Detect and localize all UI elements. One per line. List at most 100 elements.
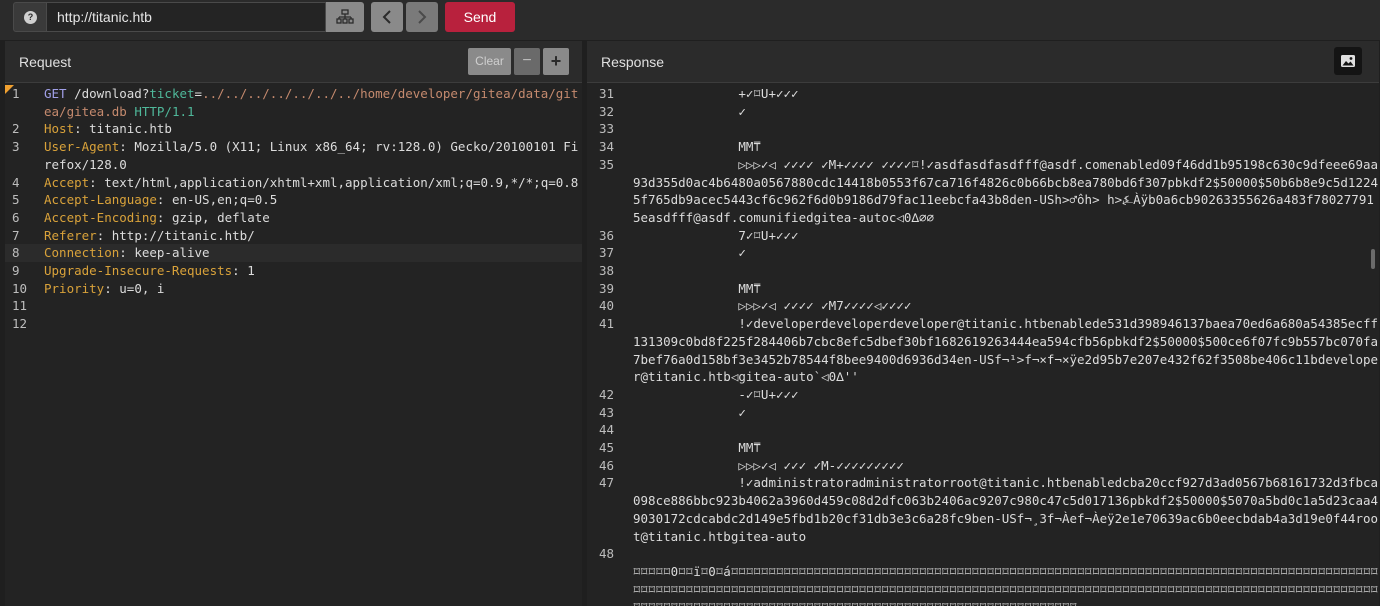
header-value: : text/html,application/xhtml+xml,applic… <box>89 174 579 190</box>
request-title: Request <box>19 54 72 70</box>
header-name: Priority <box>44 280 105 296</box>
header-name: Connection <box>44 245 120 261</box>
response-text: !✓administratoradministratorroot@titanic… <box>633 475 1379 544</box>
line-number <box>587 563 633 606</box>
response-text: -✓⌑U+✓✓✓ <box>633 386 799 402</box>
line-number: 36 <box>599 227 615 243</box>
header-name: Host <box>44 121 75 137</box>
response-line: 42 -✓⌑U+✓✓✓ <box>587 386 1379 404</box>
zoom-out-button[interactable]: − <box>514 48 540 75</box>
header-name: User-Agent <box>44 139 120 155</box>
image-icon <box>1341 55 1355 67</box>
header-value: : http://titanic.htb/ <box>96 227 255 243</box>
response-viewer[interactable]: 31 +✓⌑U+✓✓✓ 32 ✓ 33 34 MM⍑ 35 ▷▷▷✓◁ ✓✓✓✓ ✓M+… <box>587 85 1379 606</box>
response-line: ⌑⌑⌑⌑⌑0⌑⌑ï⌑0⌑á⌑⌑⌑⌑⌑⌑⌑⌑⌑⌑⌑⌑⌑⌑⌑⌑⌑⌑⌑⌑⌑⌑⌑⌑⌑⌑⌑… <box>587 563 1379 606</box>
response-line: 46 ▷▷▷✓◁ ✓✓✓ ✓M-✓✓✓✓✓✓✓✓✓ <box>587 457 1379 475</box>
response-line: 40 ▷▷▷✓◁ ✓✓✓✓ ✓M7✓✓✓✓◁✓✓✓✓ <box>587 297 1379 315</box>
response-text: ▷▷▷✓◁ ✓✓✓✓ ✓M+✓✓✓✓ ✓✓✓✓⌑!✓asdfasdfasdfff… <box>633 156 1379 225</box>
line-number: 32 <box>599 103 615 119</box>
header-value: : titanic.htb <box>74 121 172 137</box>
back-button[interactable] <box>371 2 403 32</box>
line-number: 33 <box>599 121 615 137</box>
request-line: 10 Priority: u=0, i <box>5 280 582 298</box>
response-text <box>633 120 1379 138</box>
response-title: Response <box>601 54 665 70</box>
render-image-button[interactable] <box>1334 47 1362 75</box>
request-line: 4 Accept: text/html,application/xhtml+xm… <box>5 174 582 192</box>
response-text: +✓⌑U+✓✓✓ <box>633 86 799 101</box>
site-map-icon <box>336 9 354 24</box>
chevron-right-icon <box>418 10 427 24</box>
line-number: 35 <box>599 156 615 172</box>
response-line: 38 <box>587 262 1379 280</box>
request-line: 9 Upgrade-Insecure-Requests: 1 <box>5 262 582 280</box>
response-header: Response <box>587 41 1379 83</box>
response-line: 31 +✓⌑U+✓✓✓ <box>587 85 1379 103</box>
response-text: ✓ <box>633 103 746 119</box>
response-text: ▷▷▷✓◁ ✓✓✓✓ ✓M7✓✓✓✓◁✓✓✓✓ <box>633 298 912 314</box>
line-number: 10 <box>12 280 28 296</box>
line-number: 43 <box>599 404 615 420</box>
response-line: 35 ▷▷▷✓◁ ✓✓✓✓ ✓M+✓✓✓✓ ✓✓✓✓⌑!✓asdfasdfasd… <box>587 156 1379 227</box>
line-number: 46 <box>599 457 615 473</box>
zoom-in-button[interactable]: + <box>543 48 569 75</box>
header-name: Accept-Language <box>44 192 157 208</box>
request-pane: Request Clear − + 1 GET /download?ticket… <box>5 41 582 606</box>
response-line: 34 MM⍑ <box>587 138 1379 156</box>
request-line: 5 Accept-Language: en-US,en;q=0.5 <box>5 191 582 209</box>
response-text: !✓developerdeveloperdeveloper@titanic.ht… <box>633 316 1379 385</box>
line-number: 41 <box>599 316 615 332</box>
response-line: 44 <box>587 421 1379 439</box>
line-number: 2 <box>12 121 20 137</box>
line-number: 9 <box>12 263 20 279</box>
response-text: 7✓⌑U+✓✓✓ <box>633 227 799 243</box>
chevron-left-icon <box>382 10 391 24</box>
response-pane: Response 31 +✓⌑U+✓✓✓ 32 ✓ 33 34 MM⍑ 35 ▷▷▷✓◁… <box>587 41 1379 606</box>
response-text: MM⍑ <box>633 440 761 456</box>
request-line: 7 Referer: http://titanic.htb/ <box>5 227 582 245</box>
line-number: 8 <box>12 245 20 261</box>
response-text: ▷▷▷✓◁ ✓✓✓ ✓M-✓✓✓✓✓✓✓✓✓ <box>633 457 904 473</box>
line-number: 6 <box>12 209 20 225</box>
response-text: ⌑⌑⌑⌑⌑0⌑⌑ï⌑0⌑á⌑⌑⌑⌑⌑⌑⌑⌑⌑⌑⌑⌑⌑⌑⌑⌑⌑⌑⌑⌑⌑⌑⌑⌑⌑⌑⌑… <box>633 563 1379 606</box>
request-path: /download? <box>66 86 150 101</box>
send-button[interactable]: Send <box>445 2 515 32</box>
header-value: : 1 <box>232 263 255 279</box>
line-number: 31 <box>599 86 615 101</box>
response-line: 32 ✓ <box>587 103 1379 121</box>
line-number: 45 <box>599 440 615 456</box>
header-value: : Mozilla/5.0 (X11; Linux x86_64; rv:128… <box>44 139 579 172</box>
clear-button[interactable]: Clear <box>468 48 511 75</box>
line-number: 34 <box>599 139 615 155</box>
toolbar: ? Send <box>0 0 1380 40</box>
line-number: 1 <box>12 86 20 101</box>
query-equals: = <box>194 86 203 101</box>
site-map-button[interactable] <box>326 2 364 32</box>
forward-button[interactable] <box>406 2 438 32</box>
line-number: 44 <box>599 422 615 438</box>
line-number: 42 <box>599 386 615 402</box>
header-value: : en-US,en;q=0.5 <box>156 192 278 208</box>
target-url-input[interactable] <box>47 2 326 32</box>
header-name: Accept-Encoding <box>44 209 157 225</box>
line-number: 39 <box>599 280 615 296</box>
line-number: 7 <box>12 227 20 243</box>
request-line: 11 <box>5 297 582 315</box>
response-line: 48 <box>587 545 1379 563</box>
http-protocol: HTTP/1.1 <box>126 103 195 119</box>
line-number: 4 <box>12 174 20 190</box>
response-line: 43 ✓ <box>587 404 1379 422</box>
help-icon: ? <box>24 11 37 24</box>
line-number: 48 <box>599 546 615 562</box>
response-line: 36 7✓⌑U+✓✓✓ <box>587 227 1379 245</box>
request-line-current: 8 Connection: keep-alive <box>5 244 582 263</box>
help-button[interactable]: ? <box>13 2 47 32</box>
request-line: 2 Host: titanic.htb <box>5 120 582 138</box>
line-number: 12 <box>12 316 28 332</box>
response-text <box>633 262 1379 280</box>
request-editor[interactable]: 1 GET /download?ticket=../../../../../..… <box>5 85 582 333</box>
header-name: Upgrade-Insecure-Requests <box>44 263 233 279</box>
request-header: Request Clear − + <box>5 41 582 83</box>
header-value: : gzip, deflate <box>156 209 270 225</box>
query-param-name: ticket <box>149 86 195 101</box>
